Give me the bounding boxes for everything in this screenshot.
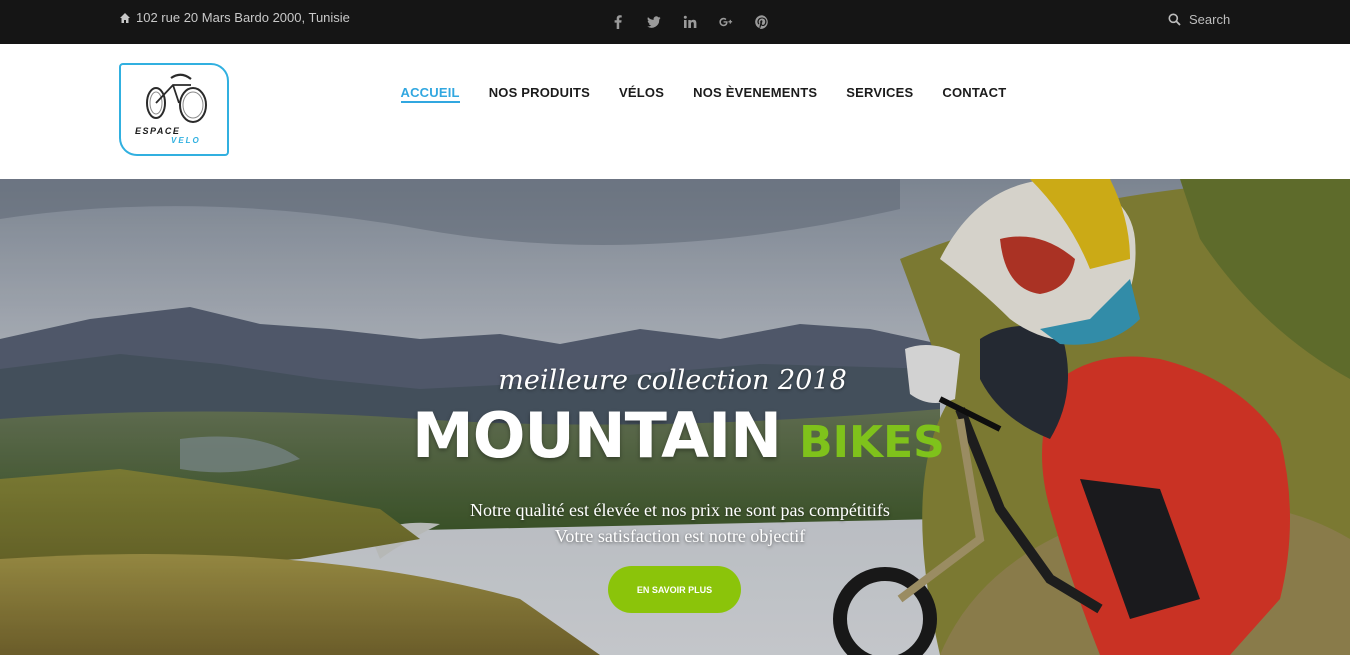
hero-description: Notre qualité est élevée et nos prix ne … [0, 497, 1350, 549]
site-header: ESPACE VELO ACCUEIL NOS PRODUITS VÉLOS N… [0, 44, 1350, 179]
nav-item-velos[interactable]: VÉLOS [605, 84, 679, 103]
home-icon [120, 12, 130, 23]
pinterest-icon[interactable] [744, 12, 780, 32]
nav-item-contact[interactable]: CONTACT [928, 84, 1021, 103]
search-icon[interactable] [1168, 13, 1181, 26]
twitter-icon[interactable] [636, 12, 672, 32]
logo-text-espace: ESPACE [135, 126, 181, 136]
headline-main: MOUNTAIN [412, 399, 782, 472]
hero-description-line-2: Votre satisfaction est notre objectif [554, 526, 806, 546]
search-box [1168, 12, 1279, 27]
logo-text-velo: VELO [171, 136, 201, 145]
address: 102 rue 20 Mars Bardo 2000, Tunisie [119, 10, 350, 25]
nav-item-nos-evenements[interactable]: NOS ÈVENEMENTS [679, 84, 832, 103]
social-links [600, 12, 780, 32]
hero-slider: meilleure collection 2018 MOUNTAIN BIKES … [0, 179, 1350, 655]
facebook-icon[interactable] [600, 12, 636, 32]
headline-accent: BIKES [799, 417, 945, 468]
site-logo[interactable]: ESPACE VELO [119, 63, 229, 156]
nav-item-nos-produits[interactable]: NOS PRODUITS [474, 84, 604, 103]
address-text: 102 rue 20 Mars Bardo 2000, Tunisie [136, 10, 350, 25]
search-input[interactable] [1189, 12, 1279, 27]
hero-headline: MOUNTAIN BIKES [412, 399, 945, 472]
hero-description-line-1: Notre qualité est élevée et nos prix ne … [470, 500, 890, 520]
linkedin-icon[interactable] [672, 12, 708, 32]
nav-item-accueil[interactable]: ACCUEIL [400, 84, 460, 103]
en-savoir-plus-button[interactable]: EN SAVOIR PLUS [608, 566, 741, 613]
hero-tagline: meilleure collection 2018 [498, 365, 847, 396]
nav-item-services[interactable]: SERVICES [832, 84, 928, 103]
top-bar: 102 rue 20 Mars Bardo 2000, Tunisie [0, 0, 1350, 44]
main-nav: ACCUEIL NOS PRODUITS VÉLOS NOS ÈVENEMENT… [386, 84, 1021, 103]
google-plus-icon[interactable] [708, 12, 744, 32]
